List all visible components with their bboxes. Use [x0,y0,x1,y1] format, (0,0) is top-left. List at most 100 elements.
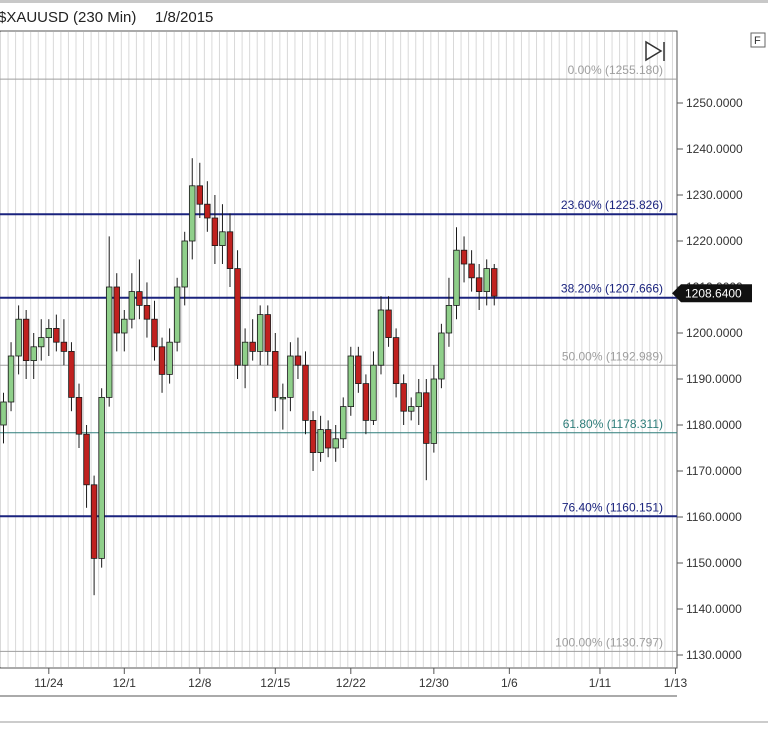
candle-body [113,286,120,334]
x-tick-label: 1/13 [664,676,688,690]
candle-body [256,314,264,352]
candle-body [241,341,249,366]
candle-body [332,438,339,449]
candle-up [98,388,105,568]
fib-level-label: 0.00% (1255.180) [568,63,663,77]
candle-body [370,364,377,421]
fib-level-label: 76.40% (1160.151) [562,500,663,514]
candle-body [196,185,203,205]
fib-level-label: 50.00% (1192.989) [562,349,663,363]
y-tick-label: 1190.0000 [686,372,742,386]
candle-body [30,346,37,361]
fib-level-label: 38.20% (1207.666) [561,282,663,296]
y-tick-label: 1240.0000 [686,142,743,156]
candle-body [106,286,113,398]
candle-body [317,429,324,454]
candle-body [121,318,128,334]
x-tick-label: 1/11 [589,676,612,690]
candle-body [38,337,45,348]
candle-body [75,396,83,435]
candle-body [234,268,241,366]
candle-body [475,277,483,292]
candle-body [211,217,219,247]
candle-body [173,286,181,343]
candle-body [53,327,60,343]
y-tick-label: 1250.0000 [686,96,743,110]
price-tag-label: 1208.6400 [685,286,742,300]
candle-body [302,364,309,421]
candle-body [98,396,105,559]
candle-body [491,268,498,297]
candle-body [355,355,362,385]
candle-body [340,406,347,440]
y-tick-label: 1230.0000 [686,188,743,202]
candle-body [438,332,445,380]
candle-body [22,318,30,362]
candle-body [407,406,415,412]
candle-body [181,240,188,288]
fib-level-label: 100.00% (1130.797) [555,635,663,649]
candle-body [385,309,392,339]
candle-body [377,309,385,366]
candle-body [83,433,90,486]
candle-up [173,277,181,352]
corner-f-button[interactable]: F [750,32,766,48]
y-tick-label: 1150.0000 [686,556,742,570]
candle-body [204,203,211,219]
y-tick-label: 1140.0000 [686,602,742,616]
candle-body [7,355,15,403]
candle-body [15,318,22,357]
candle-body [143,304,151,320]
candle-body [453,249,460,306]
x-tick-label: 12/8 [188,676,212,690]
candle-body [415,392,422,407]
fib-level-label: 23.60% (1225.826) [561,198,663,212]
candle-body [287,355,294,398]
x-tick-label: 11/24 [34,676,63,690]
current-price-tag: 1208.6400 [672,284,752,303]
y-tick-label: 1160.0000 [686,510,742,524]
x-tick-label: 1/6 [501,676,518,690]
candle-body [483,268,490,293]
x-tick-label: 12/22 [336,676,366,690]
candle-body [460,249,468,265]
candle-body [136,291,143,306]
candle-body [362,383,370,421]
x-tick-label: 12/30 [419,676,449,690]
candle-body [166,341,173,375]
candle-body [68,350,75,398]
candle-body [272,350,279,398]
y-tick-label: 1200.0000 [686,326,743,340]
chart-title-symbol: $XAUUSD (230 Min) [0,9,136,26]
candle-body [128,291,136,320]
candle-body [45,327,52,338]
candle-body [392,337,400,385]
candle-down [234,250,241,379]
candlestick-chart: $XAUUSD (230 Min) 1/8/2015 F 0.00% (1255… [0,0,768,752]
candle-body [189,185,196,242]
candle-body [423,392,430,444]
candle-body [226,231,234,270]
candle-body [0,401,7,426]
candle-body [309,419,317,453]
candle-body [279,396,287,400]
candle-body [219,231,226,247]
top-border [0,0,768,3]
y-tick-label: 1220.0000 [686,234,743,248]
candle-body [294,355,302,366]
candle-body [324,429,332,449]
fib-level-label: 61.80% (1178.311) [563,417,663,431]
candle-body [264,314,271,352]
chart-title-date: 1/8/2015 [155,9,213,26]
candle-body [60,341,68,352]
candle-body [158,346,166,375]
candle-body [430,378,438,444]
y-tick-label: 1130.0000 [686,648,742,662]
y-tick-label: 1170.0000 [686,464,742,478]
x-tick-label: 12/15 [260,676,290,690]
y-tick-label: 1180.0000 [686,418,742,432]
x-tick-label: 12/1 [113,676,137,690]
candle-up [438,323,445,389]
candle-body [445,304,453,334]
candle-body [468,263,475,279]
